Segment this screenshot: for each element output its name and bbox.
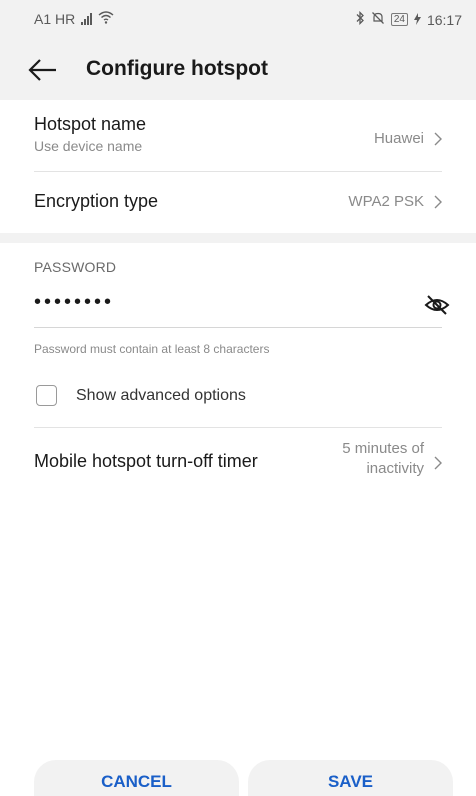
encryption-type-row[interactable]: Encryption type WPA2 PSK (34, 191, 442, 221)
advanced-options-checkbox[interactable] (36, 385, 57, 406)
hotspot-name-value: Huawei (373, 130, 424, 147)
password-underline (34, 327, 442, 328)
save-button[interactable]: SAVE (248, 760, 453, 796)
status-bar-left: A1 HR (34, 11, 114, 27)
status-bar: A1 HR 24 16:17 (0, 0, 476, 38)
battery-icon: 24 (390, 13, 408, 26)
chevron-right-icon (434, 132, 442, 146)
password-field[interactable]: •••••••• (34, 291, 442, 325)
password-hint: Password must contain at least 8 charact… (34, 342, 270, 356)
back-arrow-icon[interactable] (26, 56, 60, 84)
turn-off-timer-value-line2: inactivity (366, 460, 424, 477)
charging-icon (413, 12, 421, 28)
mute-icon (371, 11, 385, 28)
password-label: PASSWORD (34, 259, 117, 275)
page-title: Configure hotspot (86, 57, 268, 80)
turn-off-timer-value-line1: 5 minutes of (342, 440, 424, 457)
bluetooth-icon (355, 10, 365, 28)
turn-off-timer-title: Mobile hotspot turn-off timer (34, 451, 258, 471)
wifi-icon (98, 11, 114, 27)
divider (34, 427, 442, 428)
eye-off-icon[interactable] (424, 294, 450, 316)
turn-off-timer-value: 5 minutes of inactivity (342, 439, 424, 479)
chevron-right-icon (434, 195, 442, 209)
section-separator (0, 233, 476, 243)
clock: 16:17 (426, 11, 462, 28)
turn-off-timer-row[interactable]: Mobile hotspot turn-off timer 5 minutes … (34, 440, 442, 488)
chevron-right-icon (434, 456, 442, 470)
header: Configure hotspot (0, 38, 476, 100)
hotspot-name-row[interactable]: Hotspot name Use device name Huawei (34, 114, 442, 164)
status-bar-right: 24 16:17 (355, 10, 462, 28)
configure-hotspot-screen: A1 HR 24 16:17 Configure hotspot Hotspot… (0, 0, 476, 796)
divider (34, 171, 442, 172)
signal-icon (81, 13, 93, 25)
battery-level: 24 (393, 14, 405, 25)
button-bar: CANCEL SAVE (34, 760, 454, 796)
advanced-options-label[interactable]: Show advanced options (76, 387, 246, 405)
cancel-button[interactable]: CANCEL (34, 760, 239, 796)
encryption-type-value: WPA2 PSK (348, 193, 424, 210)
carrier-name: A1 HR (34, 11, 76, 27)
